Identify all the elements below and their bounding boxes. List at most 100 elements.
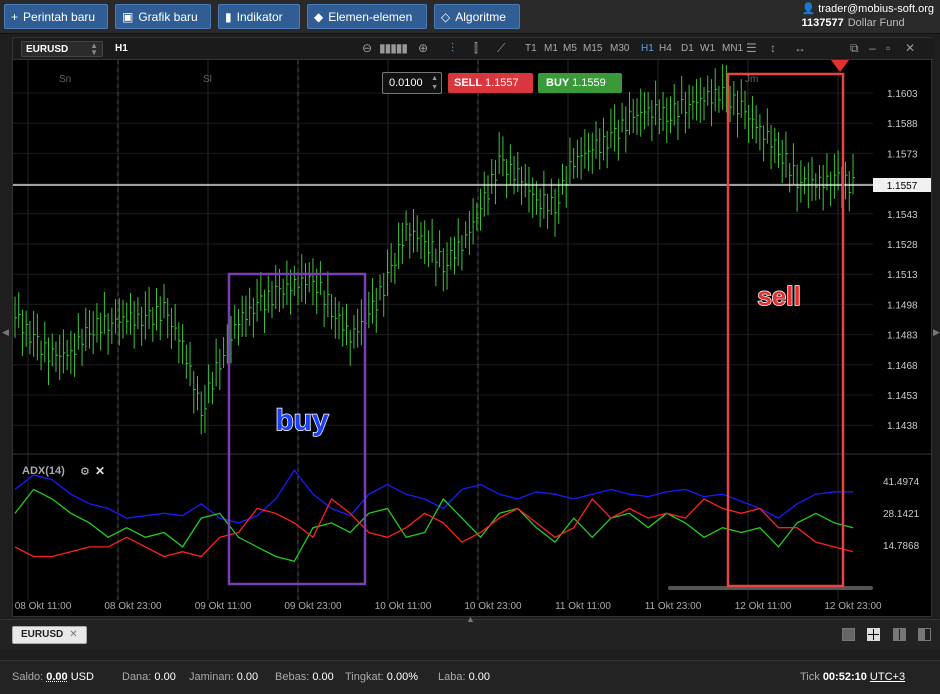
elements-icon: ◆ <box>314 9 324 24</box>
balance: Saldo: 0.00 USD <box>12 671 94 683</box>
time-label: 09 Okt 23:00 <box>284 601 342 612</box>
lot-value: 0.0100 <box>389 77 423 89</box>
sell-price: 1.1557 <box>484 77 519 89</box>
tab-close-icon[interactable]: ✕ <box>69 629 77 640</box>
tf-m5[interactable]: M5 <box>563 43 577 54</box>
close-icon[interactable]: ✕ <box>905 41 915 55</box>
symbol-select[interactable]: EURUSD ▲ ▼ <box>21 41 103 57</box>
time-label: 10 Okt 23:00 <box>464 601 522 612</box>
tf-d1[interactable]: D1 <box>681 43 694 54</box>
tf-h4[interactable]: H4 <box>659 43 672 54</box>
chart-toolbar: EURUSD ▲ ▼ H1 ⊖ ▮▮▮▮▮ ⊕ ⫶ ⫿ ⟋ T1 M1 M5 M15 M30… <box>13 38 933 60</box>
day-label: Jm <box>745 74 758 85</box>
autoscale-icon[interactable]: ↕ <box>770 41 776 55</box>
left-edge: ◀ <box>0 37 10 617</box>
layout-columns-icon[interactable] <box>893 628 906 641</box>
time-label: 08 Okt 11:00 <box>15 601 72 612</box>
status-bar: Saldo: 0.00 USD Dana: 0.00 Jaminan: 0.00… <box>0 660 940 694</box>
price-tick: 1.1438 <box>887 421 918 432</box>
price-tick: 1.1468 <box>887 361 918 372</box>
zoom-slider-icon[interactable]: ▮▮▮▮▮ <box>379 41 408 55</box>
indicator-button[interactable]: ▮ Indikator <box>218 4 300 29</box>
tf-m15[interactable]: M15 <box>583 43 602 54</box>
current-price-label: 1.1557 <box>887 181 918 192</box>
diamond-icon: ◇ <box>441 9 451 24</box>
user-icon: 👤 <box>801 3 816 15</box>
main-toolbar: + Perintah baru ▣ Grafik baru ▮ Indikator ◆… <box>0 0 940 34</box>
scroll-icon[interactable]: ↔ <box>794 41 806 55</box>
detach-icon[interactable]: ⧉ <box>850 41 859 56</box>
time-label: 12 Okt 11:00 <box>735 601 792 612</box>
right-edge: ▶ <box>932 37 940 617</box>
buy-annotation: buy <box>275 404 329 437</box>
stepper-icon: ▲ ▼ <box>90 41 98 57</box>
tf-m30[interactable]: M30 <box>610 43 629 54</box>
elements-button[interactable]: ◆ Elemen-elemen <box>307 4 427 29</box>
account-info[interactable]: 👤 trader@mobius-soft.org 1137577 Dollar F… <box>802 2 934 30</box>
chart-window: EURUSD ▲ ▼ H1 ⊖ ▮▮▮▮▮ ⊕ ⫶ ⫿ ⟋ T1 M1 M5 M15 M30… <box>12 37 933 617</box>
time-label: 11 Okt 11:00 <box>555 601 611 612</box>
profit: Laba: 0.00 <box>438 671 491 683</box>
minimize-icon[interactable]: – <box>869 41 876 55</box>
price-tick: 1.1483 <box>887 331 918 342</box>
tf-t1[interactable]: T1 <box>525 43 537 54</box>
lot-stepper-icon[interactable]: ▲ ▼ <box>431 74 438 92</box>
bar-chart-icon[interactable]: ⫶ <box>451 41 454 56</box>
sell-label: SELL <box>454 77 482 89</box>
new-chart-button[interactable]: ▣ Grafik baru <box>115 4 211 29</box>
chart-tabs-bar: EURUSD ✕ ▲ <box>0 614 940 649</box>
adx-tick: 41.4974 <box>883 477 920 488</box>
time-label: 09 Okt 11:00 <box>195 601 252 612</box>
tf-m1[interactable]: M1 <box>544 43 558 54</box>
indicator-settings-icon[interactable]: ⚙ <box>80 466 90 478</box>
lot-input[interactable]: 0.0100 ▲ ▼ <box>382 72 442 94</box>
algorithm-label: Algoritme <box>455 9 506 24</box>
period-label: H1 <box>115 43 128 54</box>
collapse-left-icon[interactable]: ◀ <box>2 327 9 338</box>
indicator-name: ADX(14) <box>22 465 65 477</box>
sell-button[interactable]: SELL 1.1557 <box>448 73 533 93</box>
price-tick: 1.1588 <box>887 119 918 130</box>
margin: Jaminan: 0.00 <box>189 671 259 683</box>
sell-annotation: sell <box>757 281 800 311</box>
tf-h1[interactable]: H1 <box>641 43 654 54</box>
zoom-out-icon[interactable]: ⊖ <box>362 41 372 55</box>
indicator-label: Indikator <box>236 9 283 24</box>
layout-single-icon[interactable] <box>842 628 855 641</box>
account-fund: Dollar Fund <box>847 17 905 29</box>
maximize-icon[interactable]: ▫ <box>886 41 890 55</box>
candle-chart-icon[interactable]: ⫿ <box>474 41 478 56</box>
time-label: 10 Okt 11:00 <box>375 601 432 612</box>
layout-split-icon[interactable] <box>918 628 931 641</box>
tick-time: Tick 00:52:10 UTC+3 <box>800 671 906 683</box>
price-tick: 1.1573 <box>887 149 918 160</box>
adx-tick: 28.1421 <box>883 509 920 520</box>
indicator-remove-icon[interactable]: ✕ <box>95 464 105 478</box>
panel-toggle-icon[interactable]: ▲ <box>466 614 475 624</box>
collapse-right-icon[interactable]: ▶ <box>933 327 940 338</box>
chart-icon: ▣ <box>122 9 134 24</box>
funds: Dana: 0.00 <box>122 671 176 683</box>
buy-label: BUY <box>546 77 570 89</box>
buy-price: 1.1559 <box>572 77 606 89</box>
price-chart[interactable]: Sn Sl Jm 1.1557 1.1603 1.1588 1.1573 1.1543 1.… <box>13 60 931 616</box>
tf-w1[interactable]: W1 <box>700 43 715 54</box>
price-tick: 1.1498 <box>887 300 918 311</box>
free-margin: Bebas: 0.00 <box>275 671 334 683</box>
new-order-button[interactable]: + Perintah baru <box>4 4 108 29</box>
elements-label: Elemen-elemen <box>328 9 413 24</box>
account-id: 1137577 <box>801 17 844 29</box>
price-tick: 1.1543 <box>887 210 918 221</box>
day-label: Sn <box>59 74 71 85</box>
line-chart-icon[interactable]: ⟋ <box>497 41 505 56</box>
layout-grid-icon[interactable] <box>867 628 880 641</box>
buy-button[interactable]: BUY 1.1559 <box>538 73 622 93</box>
account-email: trader@mobius-soft.org <box>818 3 934 15</box>
price-tick: 1.1528 <box>887 240 918 251</box>
zoom-in-icon[interactable]: ⊕ <box>418 41 428 55</box>
layout-icon[interactable]: ☰ <box>746 41 757 55</box>
tf-mn1[interactable]: MN1 <box>722 43 743 54</box>
tab-eurusd[interactable]: EURUSD ✕ <box>12 626 87 644</box>
algorithm-button[interactable]: ◇ Algoritme <box>434 4 520 29</box>
price-tick: 1.1603 <box>887 89 918 100</box>
